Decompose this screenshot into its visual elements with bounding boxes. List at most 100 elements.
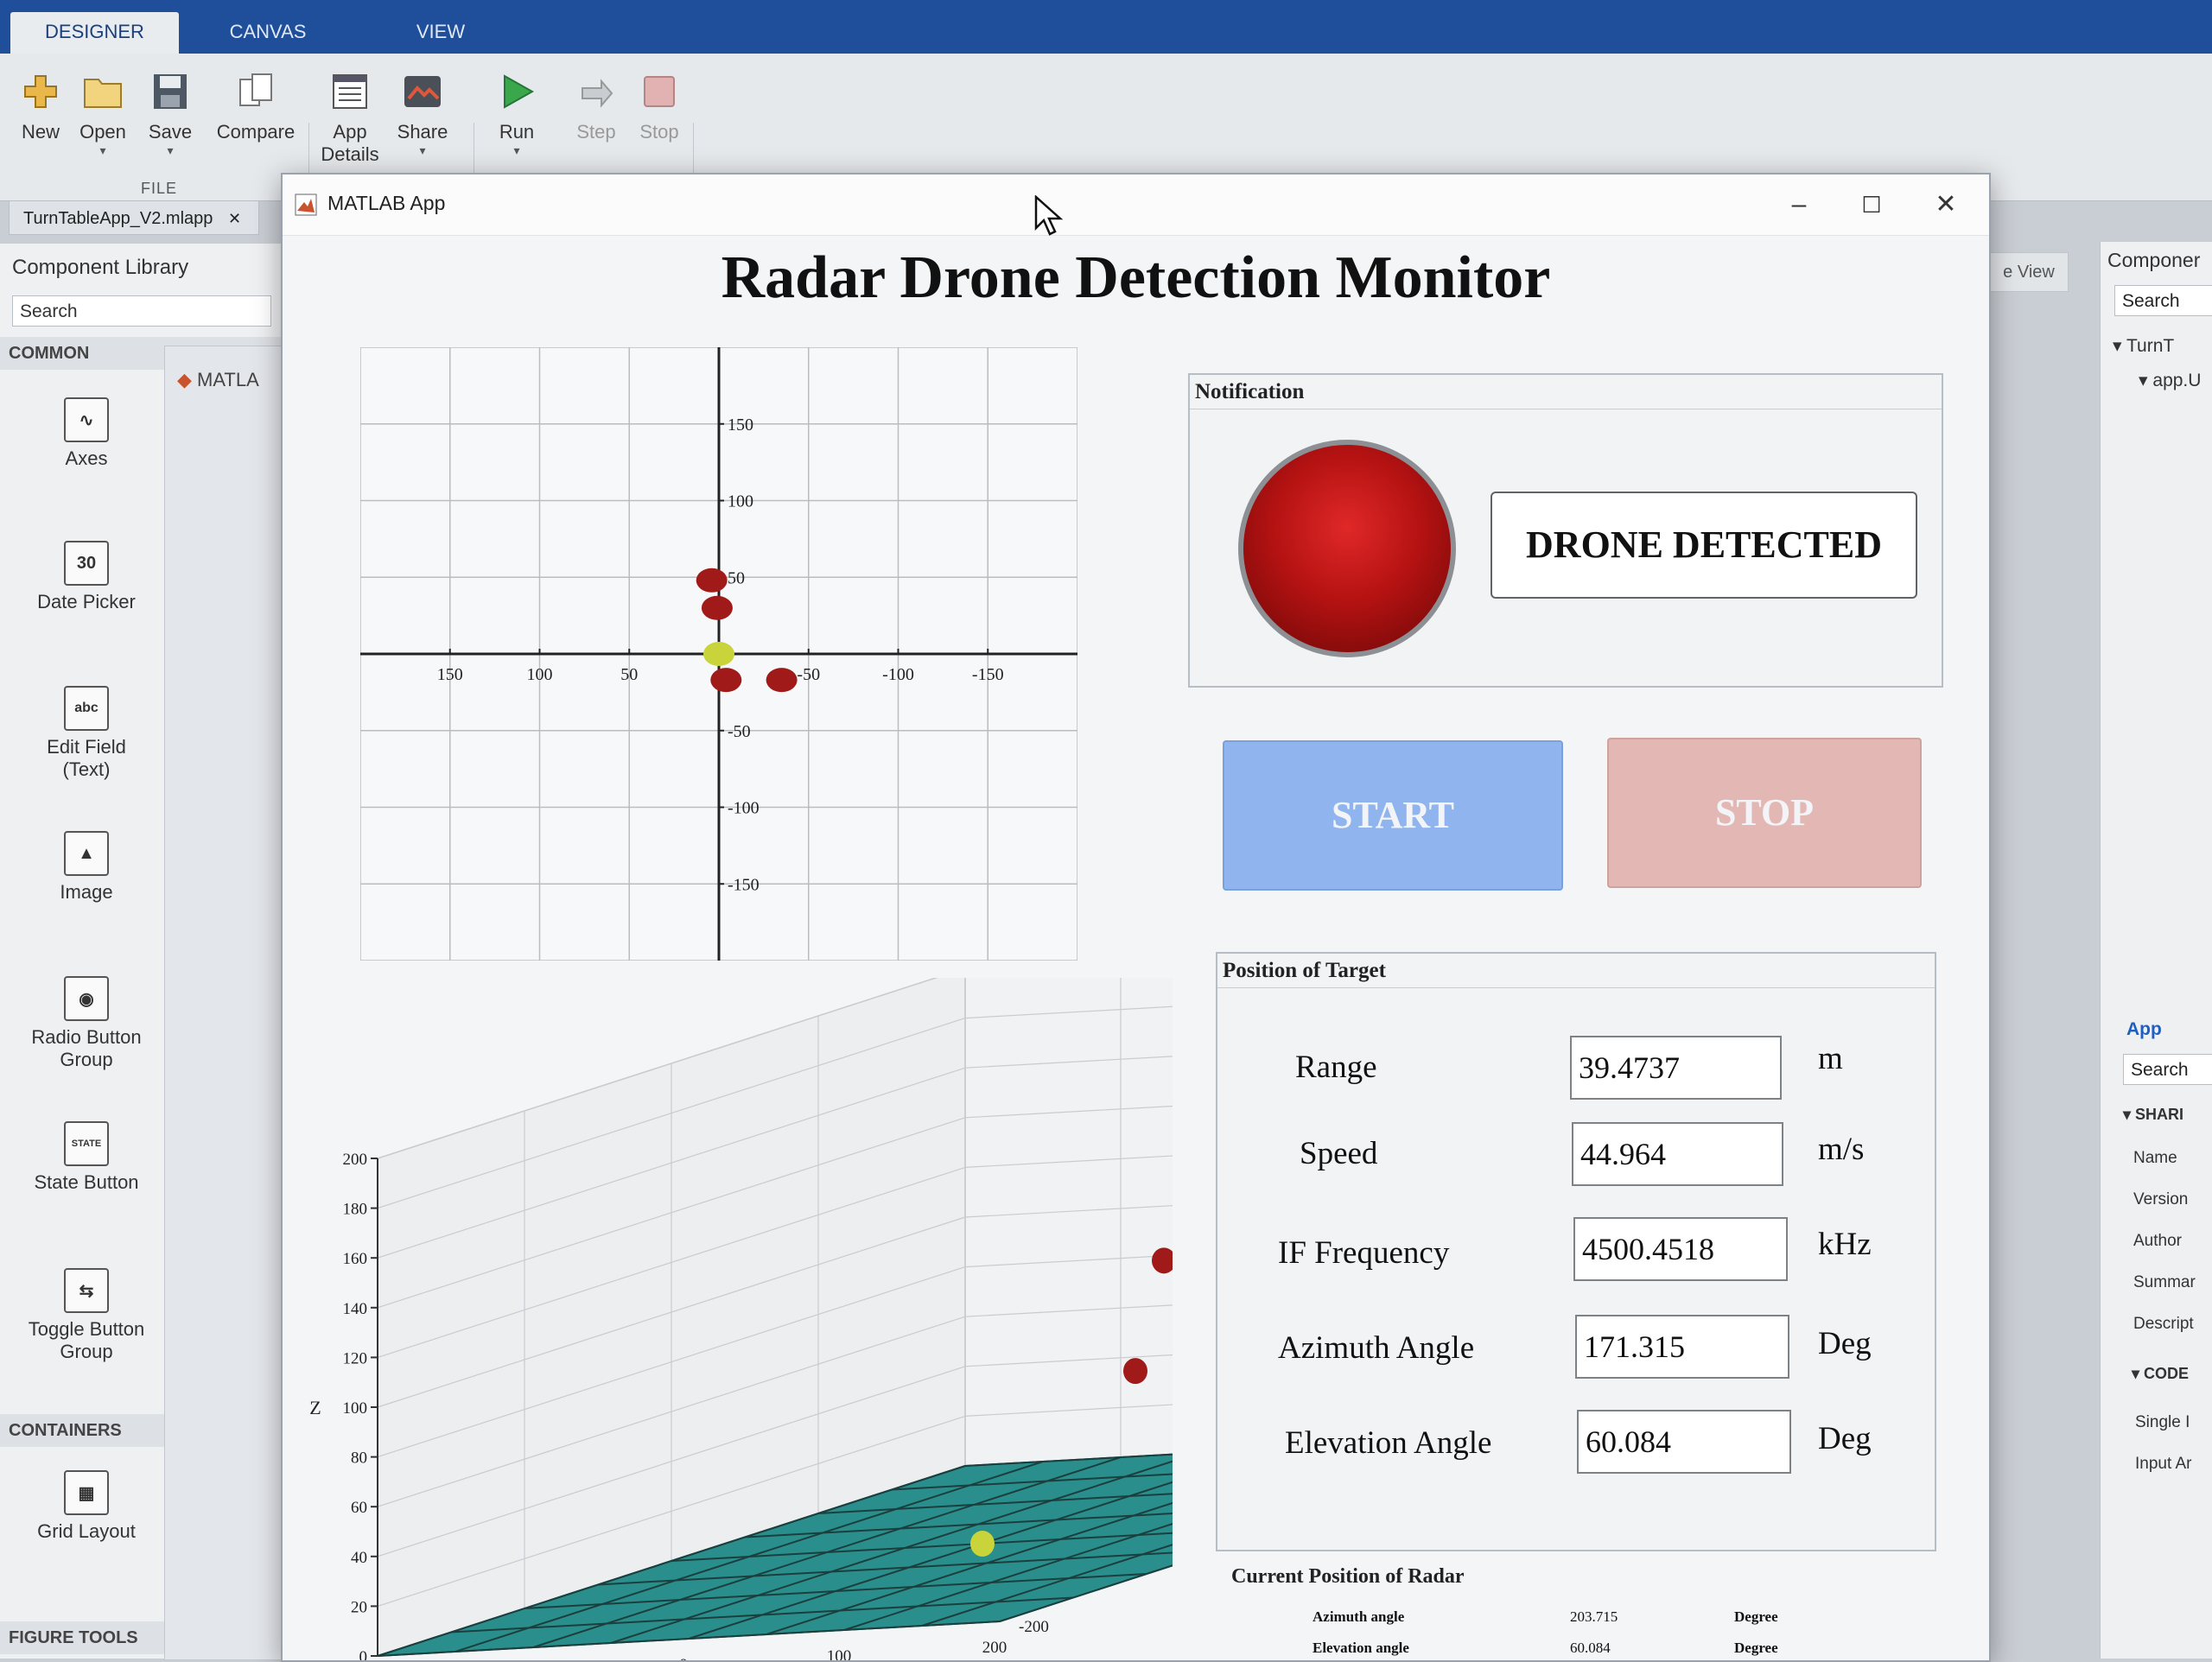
tab-view[interactable]: VIEW — [363, 12, 518, 54]
browser-search-input[interactable]: Search — [2114, 285, 2212, 316]
z-tick-label: 200 — [343, 1151, 368, 1169]
range-unit: m — [1818, 1041, 1843, 1076]
canvas-window-label: ◆ MATLA — [177, 369, 259, 391]
y-tick-label: -100 — [728, 799, 760, 818]
speed-label: Speed — [1300, 1136, 1378, 1171]
radar-elevation-value: 60.084 — [1570, 1640, 1611, 1656]
chevron-down-icon[interactable]: ▾ — [478, 143, 556, 158]
section-sharing-label: SHARI — [2135, 1106, 2184, 1123]
z-tick-label: 100 — [343, 1399, 368, 1418]
run-button[interactable]: Run ▾ — [478, 69, 556, 158]
z-axis-label: Z — [309, 1397, 321, 1418]
minimize-icon[interactable]: – — [1769, 183, 1829, 226]
z-tick-label: 180 — [343, 1201, 368, 1219]
state-button-icon: STATE — [64, 1121, 109, 1166]
app-window: MATLAB App – ☐ ✕ Radar Drone Detection M… — [281, 173, 1991, 1662]
section-code[interactable]: ▾ CODE — [2132, 1365, 2189, 1383]
chevron-down-icon[interactable]: ▾ — [384, 143, 461, 158]
if-frequency-field[interactable]: 4500.4518 — [1573, 1217, 1788, 1281]
designer-tabbar: DESIGNER CANVAS VIEW — [0, 0, 2212, 54]
if-frequency-label: IF Frequency — [1278, 1235, 1450, 1271]
component-label: Grid Layout — [37, 1520, 136, 1542]
stop-button[interactable]: STOP — [1607, 738, 1922, 888]
radio-group-icon: ◉ — [64, 976, 109, 1021]
close-icon[interactable]: ✕ — [1916, 183, 1976, 226]
view-button[interactable]: e View — [1989, 252, 2069, 292]
chevron-down-icon[interactable]: ▾ — [131, 143, 209, 158]
speed-field[interactable]: 44.964 — [1572, 1122, 1783, 1186]
edit-field-icon: abc — [64, 686, 109, 731]
tab-canvas[interactable]: CANVAS — [190, 12, 346, 54]
app-details-label-1: App — [333, 121, 367, 143]
component-library-title: Component Library — [12, 256, 189, 279]
compare-label: Compare — [216, 121, 296, 143]
app-details-label-2: Details — [321, 143, 379, 165]
property-summary: Summar — [2133, 1273, 2196, 1291]
canvas-window-title: MATLA — [197, 369, 259, 390]
maximize-icon[interactable]: ☐ — [1841, 183, 1902, 226]
share-button[interactable]: Share ▾ — [384, 69, 461, 158]
window-title: MATLAB App — [327, 192, 446, 214]
component-toggle-group[interactable]: ⇆ Toggle Button Group — [9, 1268, 164, 1363]
step-icon — [574, 69, 619, 114]
stop-label: Stop — [639, 121, 679, 143]
x-tick-label: 100 — [527, 665, 553, 684]
section-sharing[interactable]: ▾ SHARI — [2123, 1106, 2183, 1124]
save-button[interactable]: Save ▾ — [131, 69, 209, 158]
radar-elevation-unit: Degree — [1734, 1640, 1778, 1656]
compare-button[interactable]: Compare — [213, 69, 299, 143]
document-tab-label: TurnTableApp_V2.mlapp — [23, 209, 213, 228]
y-tick-label: -150 — [728, 875, 760, 894]
data-point — [766, 668, 798, 693]
close-icon[interactable]: ✕ — [228, 210, 241, 227]
chevron-down-icon[interactable]: ▾ — [64, 143, 142, 158]
tree-root-label: TurnT — [2126, 336, 2175, 356]
component-label: Edit Field (Text) — [47, 736, 126, 780]
component-browser-title: Componer — [2107, 249, 2201, 271]
range-field[interactable]: 39.4737 — [1570, 1036, 1782, 1100]
tree-child[interactable]: ▾ app.U — [2139, 370, 2201, 391]
component-label: Radio Button Group — [31, 1026, 142, 1070]
stop-button-toolbar[interactable]: Stop — [620, 69, 698, 143]
tab-designer[interactable]: DESIGNER — [10, 12, 179, 54]
file-group-label: FILE — [141, 180, 178, 197]
component-label: Axes — [65, 447, 108, 469]
property-single-instance: Single I — [2135, 1413, 2190, 1431]
component-label: Toggle Button Group — [28, 1318, 145, 1362]
y-tick-label: 100 — [728, 492, 753, 511]
component-axes[interactable]: ∿ Axes — [9, 397, 164, 470]
component-grid-layout[interactable]: ▦ Grid Layout — [9, 1470, 164, 1543]
radar-position-title: Current Position of Radar — [1231, 1565, 1465, 1588]
matlab-logo-icon: ◆ — [177, 369, 192, 390]
radar-azimuth-unit: Degree — [1734, 1608, 1778, 1625]
azimuth-angle-field[interactable]: 171.315 — [1575, 1315, 1789, 1379]
open-button[interactable]: Open ▾ — [64, 69, 142, 158]
tree-child-label: app.U — [2152, 371, 2202, 390]
property-search-input[interactable]: Search — [2123, 1054, 2212, 1085]
component-edit-field[interactable]: abc Edit Field (Text) — [9, 686, 164, 781]
z-tick-label: 120 — [343, 1349, 368, 1367]
axes-icon: ∿ — [64, 397, 109, 442]
elevation-angle-field[interactable]: 60.084 — [1577, 1410, 1791, 1474]
y-tick-label: -50 — [728, 722, 751, 741]
component-date-picker[interactable]: 30 Date Picker — [9, 541, 164, 613]
component-radio-group[interactable]: ◉ Radio Button Group — [9, 976, 164, 1071]
component-search-input[interactable]: Search — [12, 295, 271, 327]
app-details-button[interactable]: App Details — [311, 69, 389, 166]
share-label: Share — [397, 121, 448, 143]
save-label: Save — [148, 121, 193, 143]
run-label: Run — [499, 121, 535, 143]
component-state-button[interactable]: STATE State Button — [9, 1121, 164, 1194]
radar-3d-plot: 020406080100120140160180200-200-10001002… — [309, 978, 1173, 1660]
tab-app[interactable]: App — [2126, 1019, 2162, 1040]
azimuth-angle-unit: Deg — [1818, 1326, 1872, 1361]
component-browser-panel: Componer Search ▾ TurnT ▾ app.U App Sear… — [2100, 242, 2212, 1659]
start-button[interactable]: START — [1223, 740, 1563, 891]
document-tab[interactable]: TurnTableApp_V2.mlapp ✕ — [9, 200, 259, 235]
tree-root[interactable]: ▾ TurnT — [2113, 335, 2174, 357]
step-label: Step — [576, 121, 616, 143]
x-tick-label: -150 — [972, 665, 1004, 684]
z-tick-label: 40 — [351, 1549, 367, 1567]
status-lamp — [1238, 440, 1456, 657]
component-image[interactable]: ▲ Image — [9, 831, 164, 904]
